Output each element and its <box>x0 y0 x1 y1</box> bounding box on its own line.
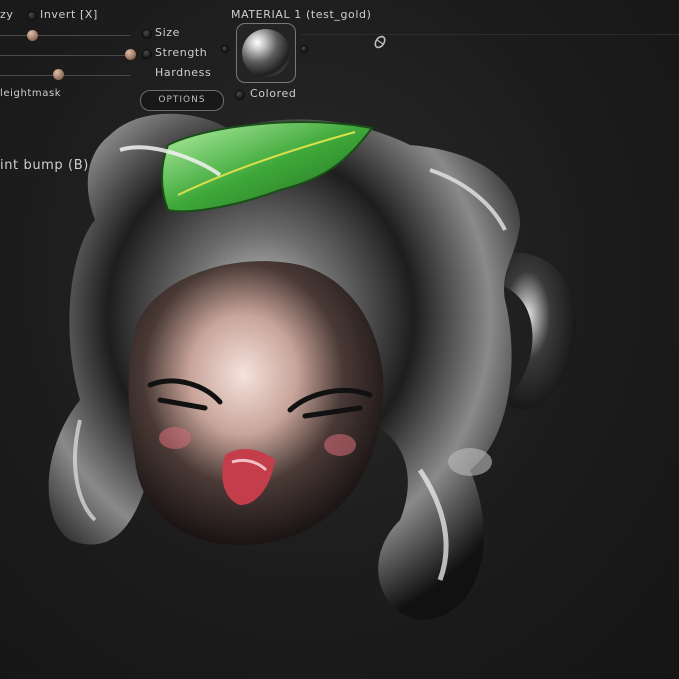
hair-tie <box>448 448 492 476</box>
viewport-model[interactable] <box>0 0 679 679</box>
right-cheek <box>324 434 356 456</box>
left-cheek <box>159 427 191 449</box>
